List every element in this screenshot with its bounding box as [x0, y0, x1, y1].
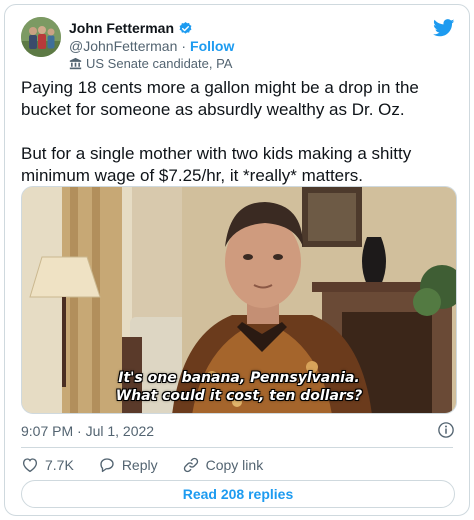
twitter-bird-icon[interactable] [433, 19, 455, 37]
separator-dot: · [181, 38, 187, 54]
tweet-text: Paying 18 cents more a gallon might be a… [21, 78, 419, 185]
government-building-icon [69, 57, 82, 70]
media-caption: It's one banana, Pennsylvania. What coul… [22, 369, 456, 405]
divider [21, 447, 453, 448]
author-handle-row: @JohnFetterman · Follow [69, 38, 234, 54]
action-bar: 7.7K Reply Copy link [21, 456, 287, 474]
verified-badge-icon [179, 21, 192, 34]
affiliation-label: US Senate candidate, PA [69, 56, 232, 71]
avatar[interactable] [21, 17, 61, 57]
tweet-media[interactable]: It's one banana, Pennsylvania. What coul… [21, 186, 457, 414]
follow-button[interactable]: Follow [190, 38, 234, 54]
heart-icon [22, 458, 38, 473]
reply-label: Reply [121, 457, 158, 473]
like-button[interactable]: 7.7K [21, 456, 74, 474]
affiliation-text: US Senate candidate, PA [86, 56, 233, 71]
tweet-card: John Fetterman @JohnFetterman · Follow U… [4, 4, 470, 516]
caption-line-1: It's one banana, Pennsylvania. [118, 370, 360, 386]
reply-button[interactable]: Reply [98, 456, 158, 474]
tweet-timestamp[interactable]: 9:07 PM · Jul 1, 2022 [21, 423, 154, 439]
author-name[interactable]: John Fetterman [69, 20, 174, 36]
read-replies-button[interactable]: Read 208 replies [21, 480, 455, 508]
link-icon [183, 457, 198, 473]
caption-line-2: What could it cost, ten dollars? [115, 388, 363, 404]
info-icon[interactable] [437, 421, 455, 439]
author-handle[interactable]: @JohnFetterman [69, 38, 177, 54]
copy-link-label: Copy link [205, 457, 264, 473]
like-count: 7.7K [45, 457, 74, 473]
author-name-row: John Fetterman [69, 20, 193, 36]
reply-bubble-icon [100, 458, 114, 473]
copy-link-button[interactable]: Copy link [182, 456, 264, 474]
